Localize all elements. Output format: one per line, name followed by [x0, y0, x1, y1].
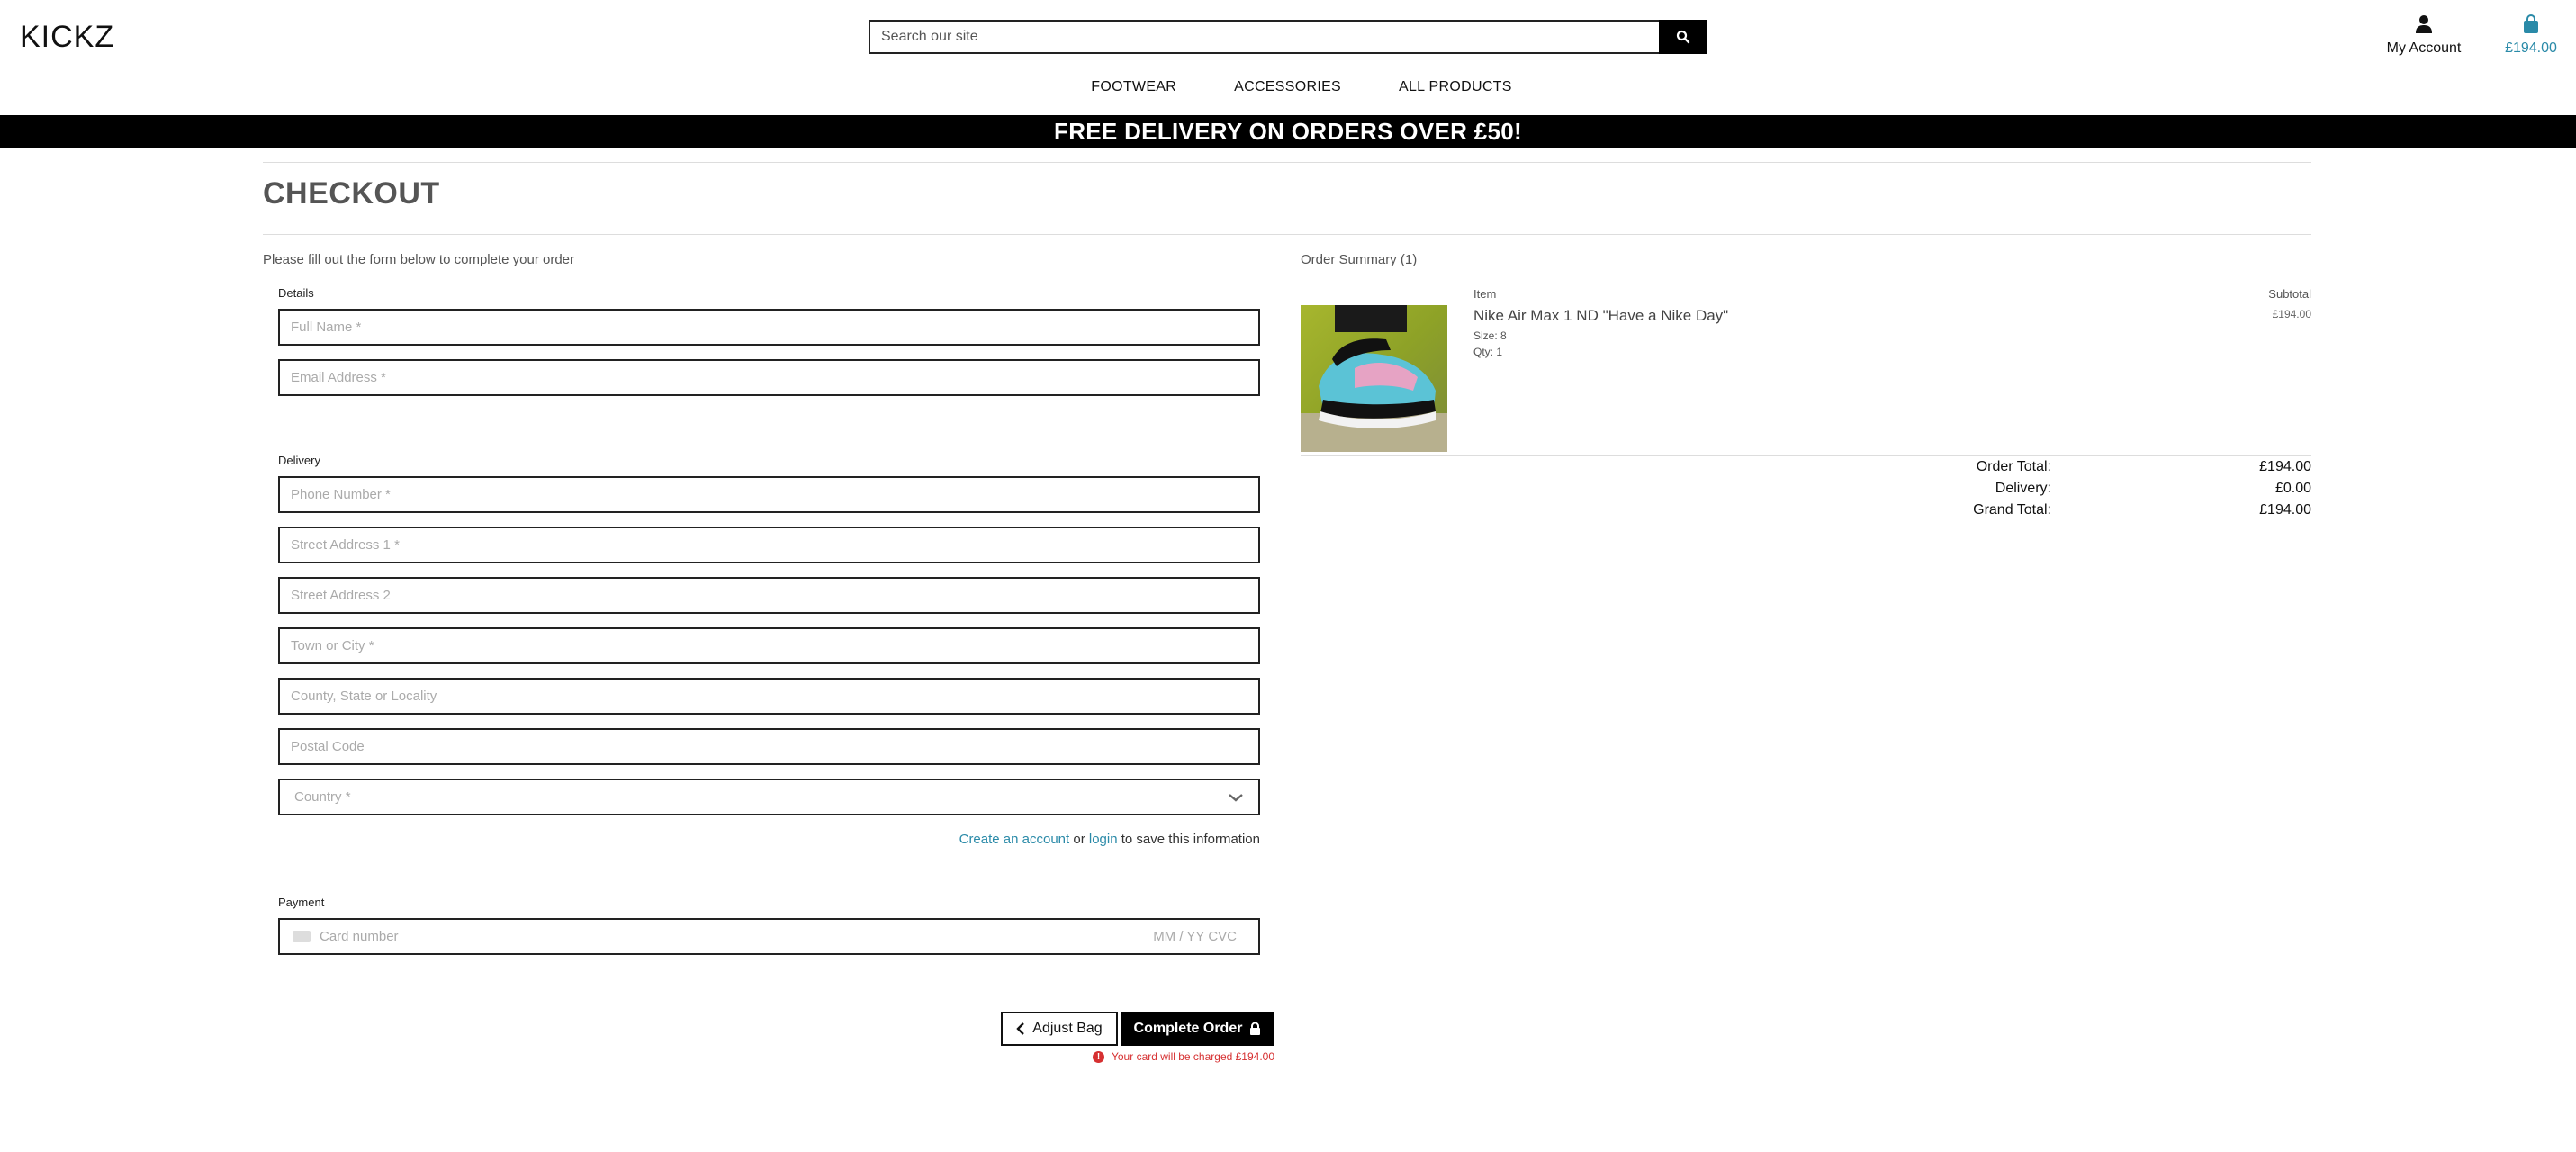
street-address-1-field[interactable] — [278, 526, 1260, 563]
brand-logo[interactable]: KICKZ — [20, 20, 114, 55]
card-element[interactable]: Card number MM / YY CVC — [278, 918, 1260, 955]
street-address-2-field[interactable] — [278, 577, 1260, 614]
divider — [1301, 455, 2311, 456]
save-info-text: Create an account or login to save this … — [278, 832, 1260, 847]
delivery-banner: FREE DELIVERY ON ORDERS OVER £50! — [0, 115, 2576, 148]
charge-note-text: Your card will be charged £194.00 — [1111, 1050, 1274, 1063]
page-title: CHECKOUT — [263, 176, 440, 211]
card-expiry-cvc-placeholder: MM / YY CVC — [1153, 929, 1237, 944]
charge-note: ! Your card will be charged £194.00 — [1080, 1050, 1274, 1063]
delivery-cost-label: Delivery: — [1995, 481, 2051, 496]
order-summary-title: Order Summary (1) — [1301, 252, 1418, 267]
country-select[interactable]: Country * — [278, 778, 1260, 815]
email-field[interactable] — [278, 359, 1260, 396]
delivery-cost-value: £0.00 — [2274, 481, 2311, 496]
nav-footwear[interactable]: FOOTWEAR — [1091, 79, 1176, 95]
full-name-field[interactable] — [278, 309, 1260, 346]
search-icon — [1676, 30, 1690, 44]
chevron-down-icon — [1229, 793, 1243, 802]
credit-card-icon — [293, 931, 311, 942]
grand-total-value: £194.00 — [2259, 502, 2311, 518]
column-header-item: Item — [1473, 287, 1497, 301]
save-info-suffix: to save this information — [1121, 832, 1260, 847]
card-number-placeholder: Card number — [320, 929, 399, 944]
adjust-bag-button[interactable]: Adjust Bag — [1001, 1012, 1118, 1046]
phone-field[interactable] — [278, 476, 1260, 513]
product-name: Nike Air Max 1 ND "Have a Nike Day" — [1473, 307, 1729, 324]
shopping-bag-icon — [2524, 14, 2538, 33]
details-label: Details — [278, 286, 314, 300]
alert-icon: ! — [1092, 1050, 1104, 1063]
search-button[interactable] — [1659, 20, 1707, 54]
user-icon — [2416, 15, 2432, 33]
county-field[interactable] — [278, 678, 1260, 715]
save-info-or: or — [1073, 832, 1085, 847]
search-bar — [869, 20, 1707, 54]
country-select-value: Country * — [294, 789, 351, 805]
order-total-label: Order Total: — [1976, 459, 2051, 474]
payment-label: Payment — [278, 896, 325, 909]
search-input[interactable] — [869, 20, 1659, 54]
checkout-intro: Please fill out the form below to comple… — [263, 252, 575, 267]
divider — [263, 162, 2311, 163]
main-nav: FOOTWEAR ACCESSORIES ALL PRODUCTS — [0, 79, 2576, 95]
product-subtotal: £194.00 — [2272, 308, 2311, 320]
complete-order-button[interactable]: Complete Order — [1121, 1012, 1274, 1046]
lock-icon — [1250, 1022, 1261, 1035]
product-size: Size: 8 — [1473, 329, 1507, 342]
complete-order-label: Complete Order — [1133, 1021, 1243, 1036]
column-header-subtotal: Subtotal — [2268, 287, 2311, 301]
delivery-label: Delivery — [278, 454, 320, 467]
order-total-value: £194.00 — [2259, 459, 2311, 474]
grand-total-label: Grand Total: — [1973, 502, 2051, 518]
postcode-field[interactable] — [278, 728, 1260, 765]
my-account-link[interactable]: My Account — [2383, 14, 2464, 57]
product-image[interactable] — [1301, 305, 1447, 452]
product-photo — [1301, 305, 1447, 452]
account-label: My Account — [2386, 40, 2462, 56]
nav-accessories[interactable]: ACCESSORIES — [1234, 79, 1341, 95]
adjust-bag-label: Adjust Bag — [1032, 1021, 1103, 1036]
nav-all-products[interactable]: ALL PRODUCTS — [1399, 79, 1512, 95]
bag-total: £194.00 — [2505, 40, 2557, 56]
chevron-left-icon — [1016, 1022, 1025, 1035]
town-city-field[interactable] — [278, 627, 1260, 664]
product-qty: Qty: 1 — [1473, 346, 1503, 358]
divider — [263, 234, 2311, 235]
shopping-bag-link[interactable]: £194.00 — [2495, 14, 2567, 57]
create-account-link[interactable]: Create an account — [959, 832, 1070, 847]
login-link[interactable]: login — [1089, 832, 1118, 847]
